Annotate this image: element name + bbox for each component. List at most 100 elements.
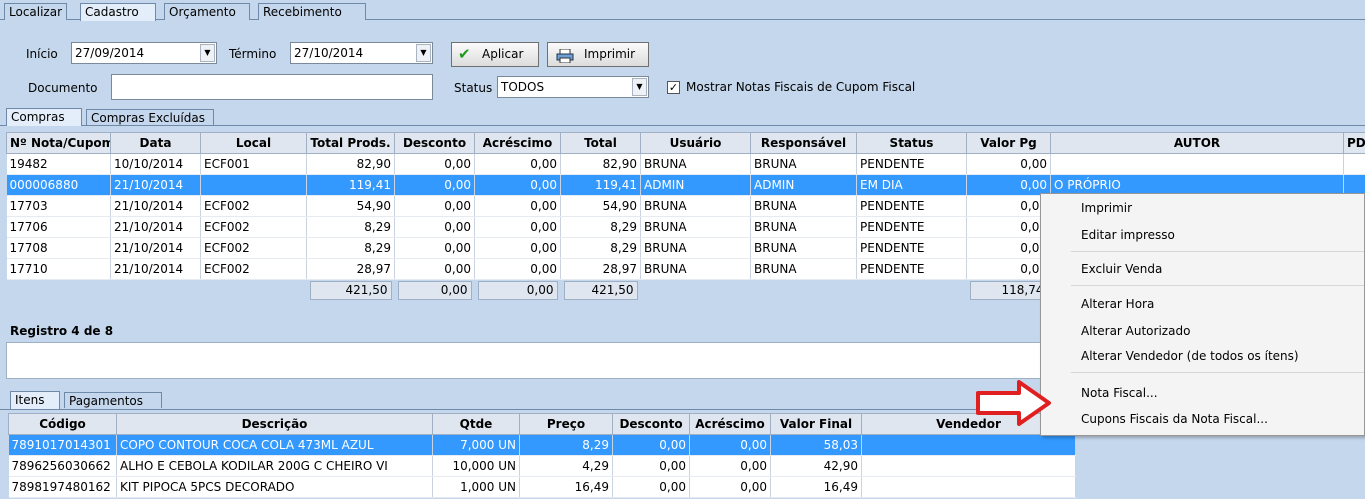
table-row[interactable]: 19482 10/10/2014 ECF001 82,90 0,00 0,00 82,90 B…: [6, 153, 1365, 175]
column-header: Usuário: [640, 132, 751, 154]
menu-item-alterar-vendedor[interactable]: Alterar Vendedor (de todos os ítens): [1081, 349, 1299, 363]
total-cell: [6, 279, 111, 301]
table-cell: 16,49: [770, 476, 862, 498]
table-cell: 119,41: [306, 174, 395, 196]
column-header: Local: [200, 132, 307, 154]
table-cell: 0,00: [474, 237, 561, 259]
aplicar-button[interactable]: ✔ Aplicar: [451, 42, 539, 67]
table-cell: ADMIN: [640, 174, 751, 196]
table-cell: 28,97: [306, 258, 395, 280]
table-cell: 21/10/2014: [110, 195, 201, 217]
total-cell: [640, 279, 751, 301]
menu-item-alterar-autorizado[interactable]: Alterar Autorizado: [1081, 324, 1190, 338]
column-header: Acréscimo: [689, 413, 771, 435]
tab-compras[interactable]: Compras: [6, 108, 82, 126]
menu-item-nota-fiscal[interactable]: Nota Fiscal...: [1081, 386, 1158, 400]
table-cell: 7,000 UN: [432, 434, 520, 456]
inicio-label: Início: [26, 47, 58, 61]
status-select[interactable]: TODOS ▼: [497, 76, 649, 98]
table-cell: 21/10/2014: [110, 174, 201, 196]
table-cell: 0,00: [394, 153, 475, 175]
menu-item-cupons-fiscais[interactable]: Cupons Fiscais da Nota Fiscal...: [1081, 412, 1268, 426]
menu-item-excluir-venda[interactable]: Excluir Venda: [1081, 262, 1162, 276]
inicio-date-field[interactable]: 27/09/2014 ▼: [71, 42, 217, 64]
total-cell: [856, 279, 967, 301]
table-cell: 0,00: [394, 174, 475, 196]
table-cell: 0,00: [474, 258, 561, 280]
registro-label: Registro 4 de 8: [10, 324, 114, 338]
tab-cadastro[interactable]: Cadastro: [80, 3, 156, 21]
tab-compras-excluidas[interactable]: Compras Excluídas: [86, 109, 214, 125]
table-cell: 21/10/2014: [110, 258, 201, 280]
table-cell: 0,00: [394, 237, 475, 259]
column-header: Total Prods.: [306, 132, 395, 154]
table-cell: 21/10/2014: [110, 237, 201, 259]
mostrar-checkbox[interactable]: ✓: [667, 81, 680, 94]
table-cell: 8,29: [306, 237, 395, 259]
printer-icon: [556, 48, 574, 71]
table-cell: 0,00: [474, 153, 561, 175]
table-cell: [861, 434, 1076, 456]
menu-separator: [1071, 285, 1364, 286]
table-cell: 19482: [6, 153, 111, 175]
table-cell: BRUNA: [750, 258, 857, 280]
table-cell: PENDENTE: [856, 216, 967, 238]
table-cell: BRUNA: [640, 195, 751, 217]
table-cell: 8,29: [519, 434, 613, 456]
imprimir-button[interactable]: Imprimir: [547, 42, 649, 67]
table-cell: 0,00: [474, 195, 561, 217]
column-header: Desconto: [612, 413, 690, 435]
tab-localizar[interactable]: Localizar: [4, 3, 68, 20]
table-cell: 4,29: [519, 455, 613, 477]
table-cell: BRUNA: [640, 153, 751, 175]
table-cell: 21/10/2014: [110, 216, 201, 238]
menu-separator: [1071, 251, 1364, 252]
table-cell: 10,000 UN: [432, 455, 520, 477]
table-row[interactable]: 7896256030662 ALHO E CEBOLA KODILAR 200G …: [8, 455, 1076, 477]
documento-field[interactable]: [111, 74, 433, 100]
table-row[interactable]: 7898197480162 KIT PIPOCA 5PCS DECORADO 1,0…: [8, 476, 1076, 498]
table-cell: [861, 476, 1076, 498]
chevron-down-icon[interactable]: ▼: [632, 78, 647, 96]
total-cell: 421,50: [306, 279, 395, 301]
total-cell: 118,74: [966, 279, 1051, 301]
table-cell: 17710: [6, 258, 111, 280]
termino-date-field[interactable]: 27/10/2014 ▼: [290, 42, 433, 64]
tab-pagamentos[interactable]: Pagamentos: [64, 392, 162, 408]
table-cell: 0,00: [966, 153, 1051, 175]
table-cell: 1,000 UN: [432, 476, 520, 498]
menu-item-editar-impresso[interactable]: Editar impresso: [1081, 228, 1175, 242]
menu-item-imprimir[interactable]: Imprimir: [1081, 201, 1132, 215]
tab-recebimento[interactable]: Recebimento: [258, 3, 366, 20]
table-cell: BRUNA: [750, 195, 857, 217]
table-cell: 0,00: [474, 174, 561, 196]
table-cell: 0,00: [394, 195, 475, 217]
table-cell: ECF002: [200, 237, 307, 259]
total-cell: [200, 279, 307, 301]
column-header: PDV: [1343, 132, 1365, 154]
column-header: Status: [856, 132, 967, 154]
table-cell: COPO CONTOUR COCA COLA 473ML AZUL: [116, 434, 433, 456]
table-row[interactable]: 7891017014301 COPO CONTOUR COCA COLA 473M…: [8, 434, 1076, 456]
chevron-down-icon[interactable]: ▼: [200, 44, 215, 62]
column-header: Acréscimo: [474, 132, 561, 154]
table-cell: 0,00: [612, 434, 690, 456]
tab-orcamento[interactable]: Orçamento: [164, 3, 250, 20]
checkmark-icon: ✔: [458, 45, 471, 63]
termino-date-value: 27/10/2014: [294, 46, 364, 60]
column-header: Total: [560, 132, 641, 154]
table-cell: 17703: [6, 195, 111, 217]
table-cell: 0,00: [966, 195, 1051, 217]
table-cell: ECF001: [200, 153, 307, 175]
red-arrow-icon: [976, 380, 1051, 426]
table-cell: PENDENTE: [856, 153, 967, 175]
total-total: 421,50: [563, 280, 638, 300]
chevron-down-icon[interactable]: ▼: [416, 44, 431, 62]
table-cell: ECF002: [200, 258, 307, 280]
table-cell: 000006880: [6, 174, 111, 196]
total-desconto: 0,00: [397, 280, 472, 300]
tab-itens[interactable]: Itens: [10, 391, 60, 409]
imprimir-label: Imprimir: [584, 47, 636, 61]
table-cell: [861, 455, 1076, 477]
menu-item-alterar-hora[interactable]: Alterar Hora: [1081, 297, 1154, 311]
